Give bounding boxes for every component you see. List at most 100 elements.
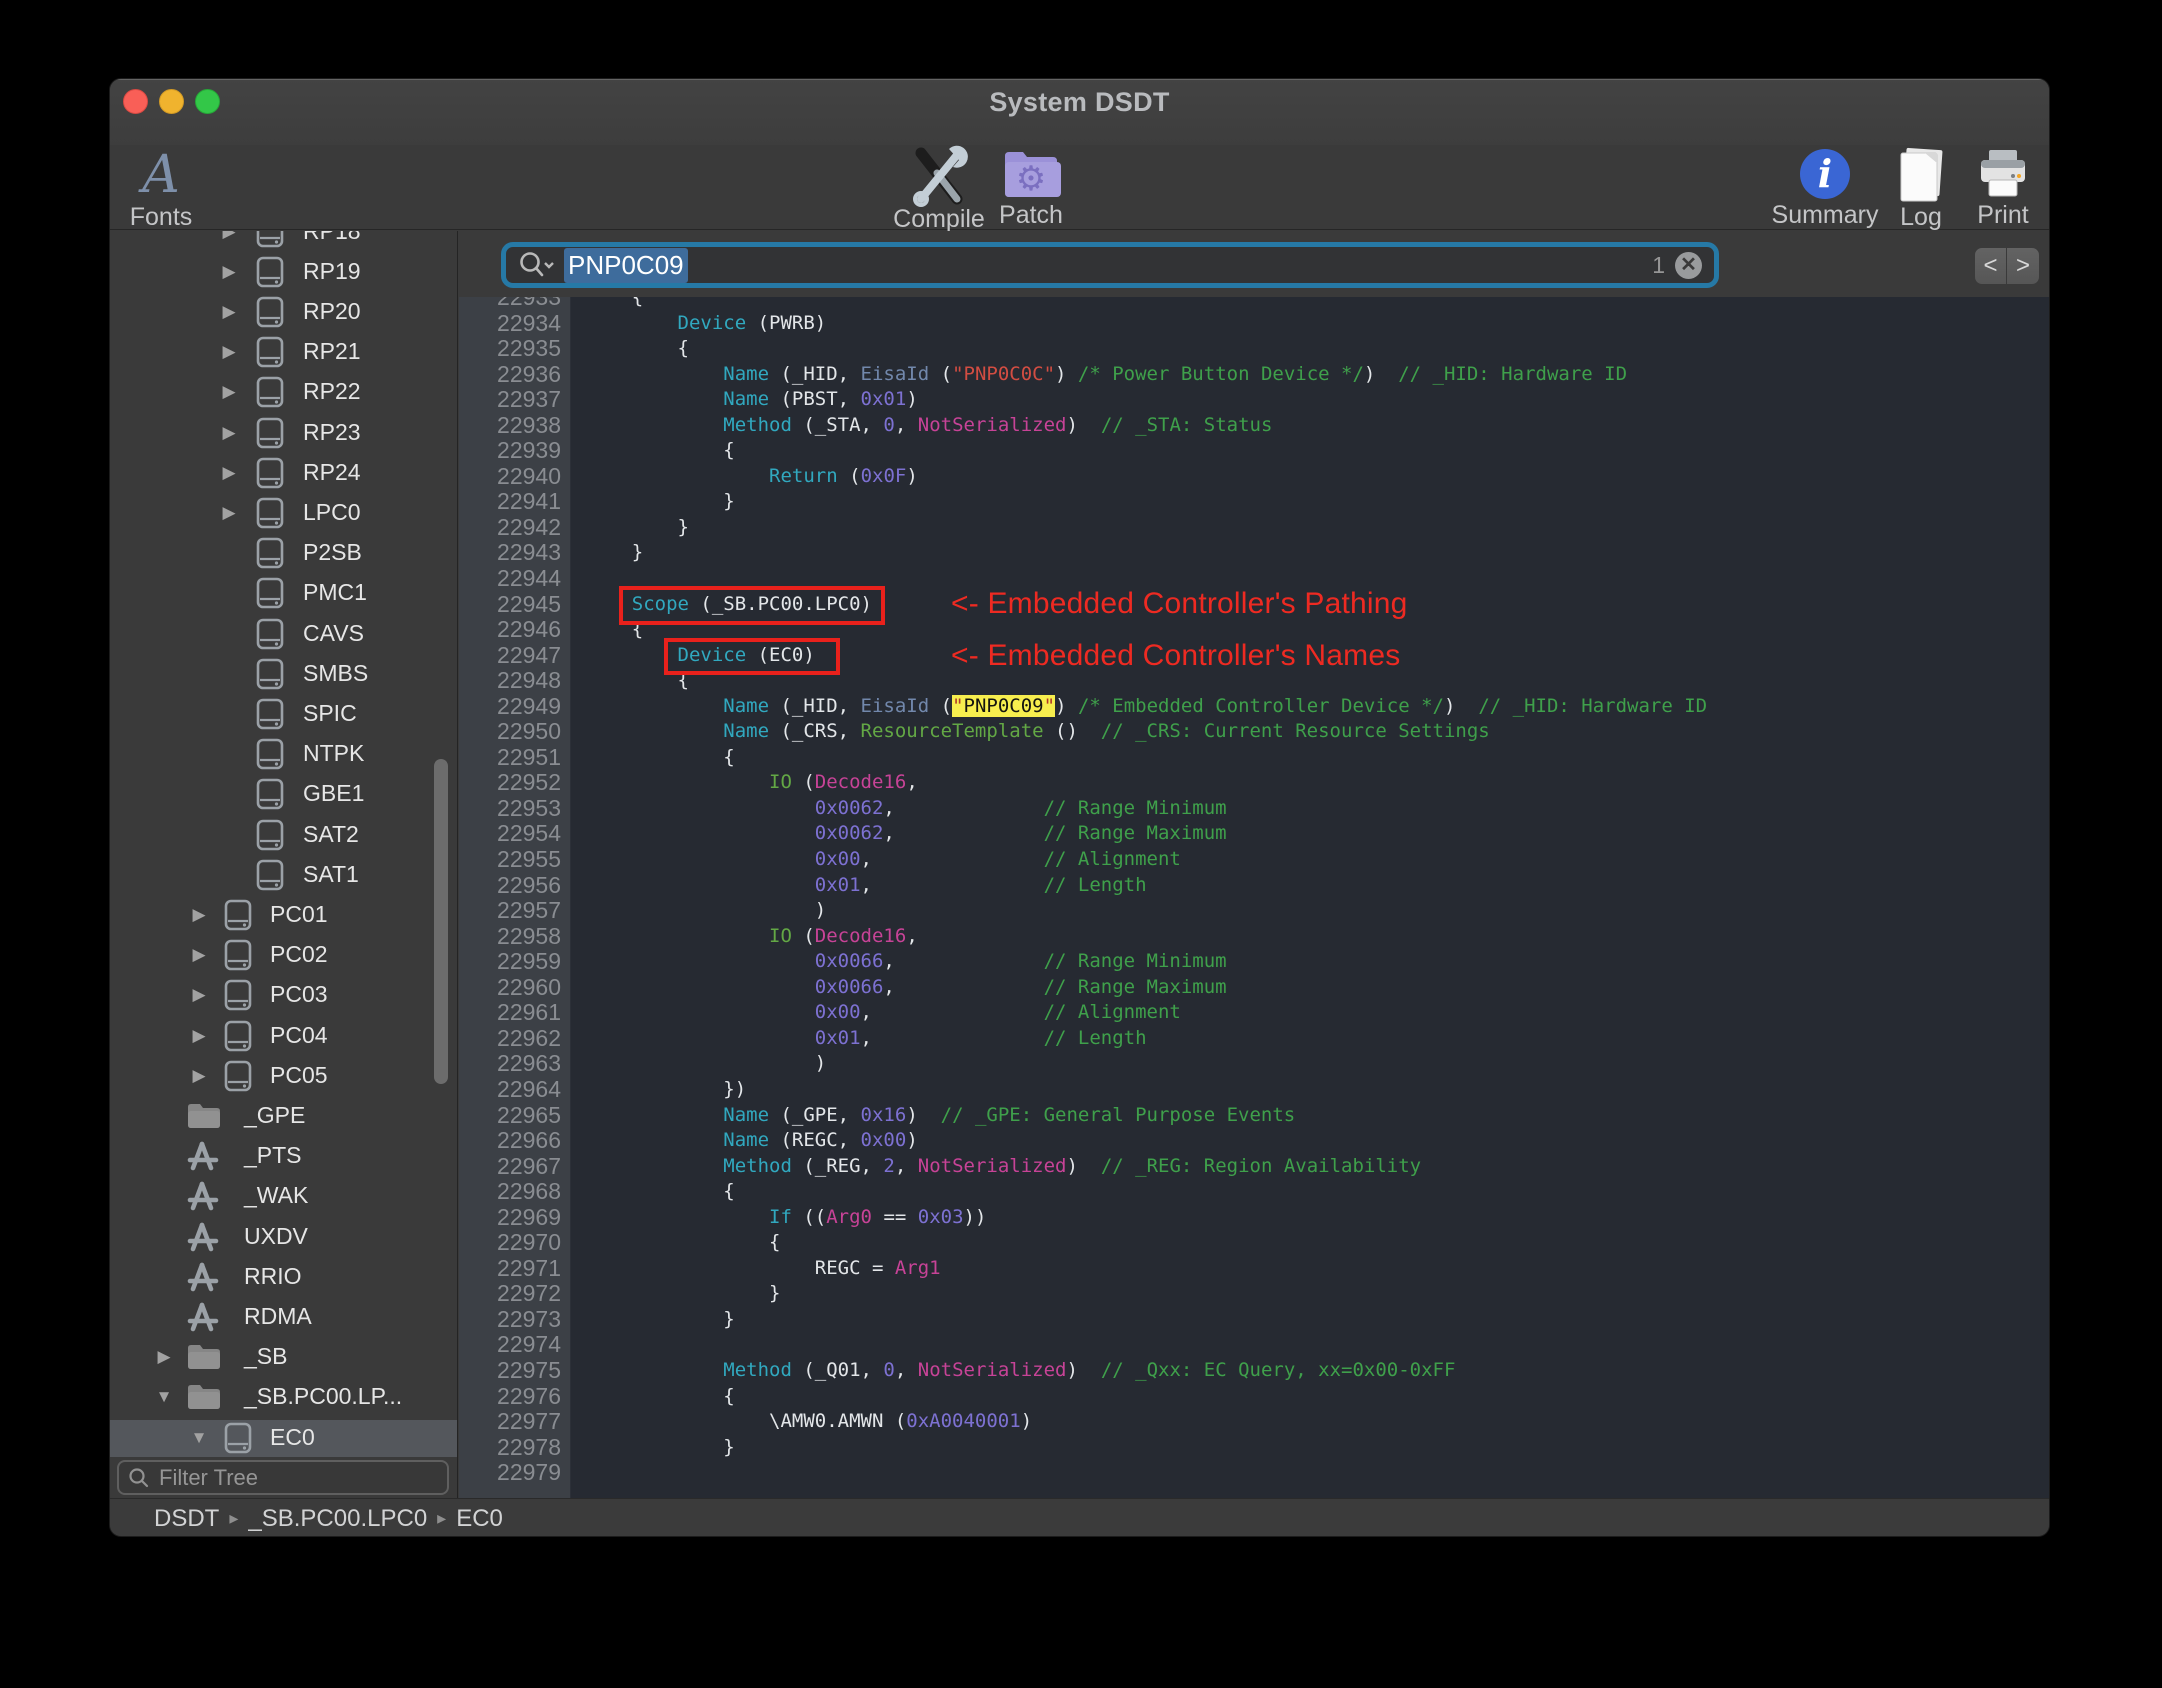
code-text: 0x00, // Alignment (814, 848, 1181, 871)
sidebar-item-rp22[interactable]: ▶ RP22 (110, 374, 457, 411)
sidebar-item-label: SAT2 (303, 820, 359, 847)
line-number: 22943 (497, 539, 561, 566)
code-line: 22956 0x01, // Length (459, 872, 2049, 899)
chevron-down-icon[interactable]: ▼ (188, 1428, 210, 1448)
sidebar-item-_gpe[interactable]: _GPE (110, 1098, 457, 1135)
match-count: 1 (1652, 251, 1665, 278)
code-line: 22936 Name (_HID, EisaId ("PNP0C0C") /* … (459, 361, 2049, 388)
next-match-button[interactable]: > (2007, 247, 2040, 285)
code-line: 22965 Name (_GPE, 0x16) // _GPE: General… (459, 1102, 2049, 1129)
sidebar-item-_pts[interactable]: _PTS (110, 1138, 457, 1175)
chevron-down-icon[interactable]: ▼ (153, 1387, 175, 1407)
sidebar-item-label: RP23 (303, 418, 361, 445)
chevron-right-icon[interactable]: ▶ (218, 302, 240, 322)
sidebar-item-_sb.pc00.lp...[interactable]: ▼ _SB.PC00.LP... (110, 1379, 457, 1416)
code-line: 22973 } (459, 1305, 2049, 1333)
sidebar-scrollbar[interactable] (434, 759, 448, 1084)
sidebar-item-lpc0[interactable]: ▶ LPC0 (110, 495, 457, 532)
sidebar-item-label: RP24 (303, 458, 361, 485)
chevron-right-icon[interactable]: ▶ (218, 503, 240, 523)
code-line: 22954 0x0062, // Range Maximum (459, 821, 2049, 847)
toolbar-item-print[interactable]: Print (1933, 145, 2049, 230)
code-text: { (586, 1231, 781, 1254)
line-number: 22938 (497, 411, 561, 438)
breadcrumb-item[interactable]: _SB.PC00.LPC0 (248, 1505, 427, 1533)
chevron-right-icon[interactable]: ▶ (153, 1347, 175, 1367)
chevron-right-icon[interactable]: ▶ (218, 382, 240, 402)
sidebar-item-_sb[interactable]: ▶ _SB (110, 1339, 457, 1376)
line-number: 22970 (497, 1229, 561, 1256)
sidebar-item-rp21[interactable]: ▶ RP21 (110, 334, 457, 371)
line-number: 22973 (497, 1305, 561, 1332)
filter-tree-input[interactable]: Filter Tree (117, 1460, 449, 1495)
chevron-right-icon[interactable]: ▶ (188, 1026, 210, 1046)
sidebar-item-gbe1[interactable]: GBE1 (110, 776, 457, 813)
sidebar-item-rp18[interactable]: ▶ RP18 (110, 231, 457, 251)
clear-search-icon[interactable]: ✕ (1675, 251, 1702, 279)
sidebar-item-rp20[interactable]: ▶ RP20 (110, 294, 457, 334)
chevron-right-icon[interactable]: ▶ (188, 1066, 210, 1086)
sidebar-item-sat1[interactable]: SAT1 (110, 857, 457, 894)
device-icon (254, 296, 286, 334)
sidebar-item-ec0[interactable]: ▼ EC0 (110, 1419, 457, 1457)
search-query-text: PNP0C09 (564, 247, 688, 283)
sidebar-item-label: PC04 (270, 1021, 328, 1048)
chevron-right-icon[interactable]: ▶ (188, 905, 210, 925)
sidebar-item-label: UXDV (244, 1222, 308, 1249)
sidebar-item-pmc1[interactable]: PMC1 (110, 575, 457, 612)
sidebar-item-label: RRIO (244, 1262, 302, 1289)
chevron-right-icon[interactable]: ▶ (218, 463, 240, 483)
chevron-right-icon[interactable]: ▶ (218, 423, 240, 443)
chevron-right-icon[interactable]: ▶ (188, 945, 210, 965)
code-text: } (586, 1282, 781, 1305)
sidebar-item-_wak[interactable]: _WAK (110, 1178, 457, 1215)
toolbar-item-patch[interactable]: ⚙ Patch (961, 145, 1101, 230)
sidebar-item-pc05[interactable]: ▶ PC05 (110, 1058, 457, 1095)
breadcrumb-item[interactable]: EC0 (456, 1505, 503, 1533)
desktop: { "window": { "title": "System DSDT" }, … (0, 0, 2162, 1688)
code-line: 22968 { (459, 1179, 2049, 1205)
sidebar-item-rrio[interactable]: RRIO (110, 1259, 457, 1296)
sidebar-item-rp19[interactable]: ▶ RP19 (110, 254, 457, 291)
code-text: } (586, 490, 735, 513)
code-line: 22935 { (459, 336, 2049, 362)
sidebar-item-label: SPIC (303, 699, 357, 726)
code-editor[interactable]: 22933 {22934 Device (PWRB) 22935 {22936 N… (459, 297, 2049, 1498)
code-line: 22934 Device (PWRB) (459, 310, 2049, 337)
toolbar-item-label: Print (1977, 201, 2029, 229)
chevron-right-icon[interactable]: ▶ (218, 342, 240, 362)
sidebar-item-rp24[interactable]: ▶ RP24 (110, 455, 457, 492)
sidebar-item-spic[interactable]: SPIC (110, 696, 457, 733)
code-line: 22952 IO (Decode16, (459, 770, 2049, 796)
find-nav-group: < > (1974, 247, 2040, 285)
code-line: 22974 (459, 1332, 2049, 1358)
sidebar-item-smbs[interactable]: SMBS (110, 656, 457, 693)
code-text: \AMW0.AMWN (0xA0040001) (586, 1410, 1033, 1433)
previous-match-button[interactable]: < (1974, 247, 2007, 285)
search-icon[interactable] (518, 250, 554, 280)
chevron-right-icon[interactable]: ▶ (218, 231, 240, 242)
breadcrumb-item[interactable]: DSDT (154, 1505, 219, 1533)
sidebar-item-ntpk[interactable]: NTPK (110, 736, 457, 773)
sidebar-item-pc04[interactable]: ▶ PC04 (110, 1018, 457, 1055)
sidebar-item-cavs[interactable]: CAVS (110, 616, 457, 653)
code-line: 22979 (459, 1460, 2049, 1486)
code-text: { (586, 745, 735, 768)
search-input[interactable]: PNP0C09 1 ✕ (501, 242, 1719, 288)
chevron-right-icon[interactable]: ▶ (188, 985, 210, 1005)
sidebar-item-pc01[interactable]: ▶ PC01 (110, 897, 457, 934)
sidebar-item-rp23[interactable]: ▶ RP23 (110, 415, 457, 452)
titlebar[interactable]: System DSDT (110, 79, 2049, 145)
sidebar-item-rdma[interactable]: RDMA (110, 1299, 457, 1336)
patch-icon: ⚙ (1001, 145, 1061, 203)
sidebar-item-pc03[interactable]: ▶ PC03 (110, 977, 457, 1014)
sidebar-item-pc02[interactable]: ▶ PC02 (110, 937, 457, 974)
toolbar-item-fonts[interactable]: A Fonts (110, 145, 231, 231)
code-text: } (586, 1435, 735, 1458)
sidebar-item-uxdv[interactable]: UXDV (110, 1219, 457, 1256)
sidebar-tree: ▶ RP18 ▶ RP19 ▶ RP20 ▶ RP21 ▶ RP22 ▶ RP23 ▶ RP24 ▶ LPC0… (110, 231, 458, 1498)
chevron-right-icon[interactable]: ▶ (218, 262, 240, 282)
sidebar-item-sat2[interactable]: SAT2 (110, 817, 457, 854)
sidebar-item-p2sb[interactable]: P2SB (110, 535, 457, 572)
sidebar-item-label: PC03 (270, 981, 328, 1008)
